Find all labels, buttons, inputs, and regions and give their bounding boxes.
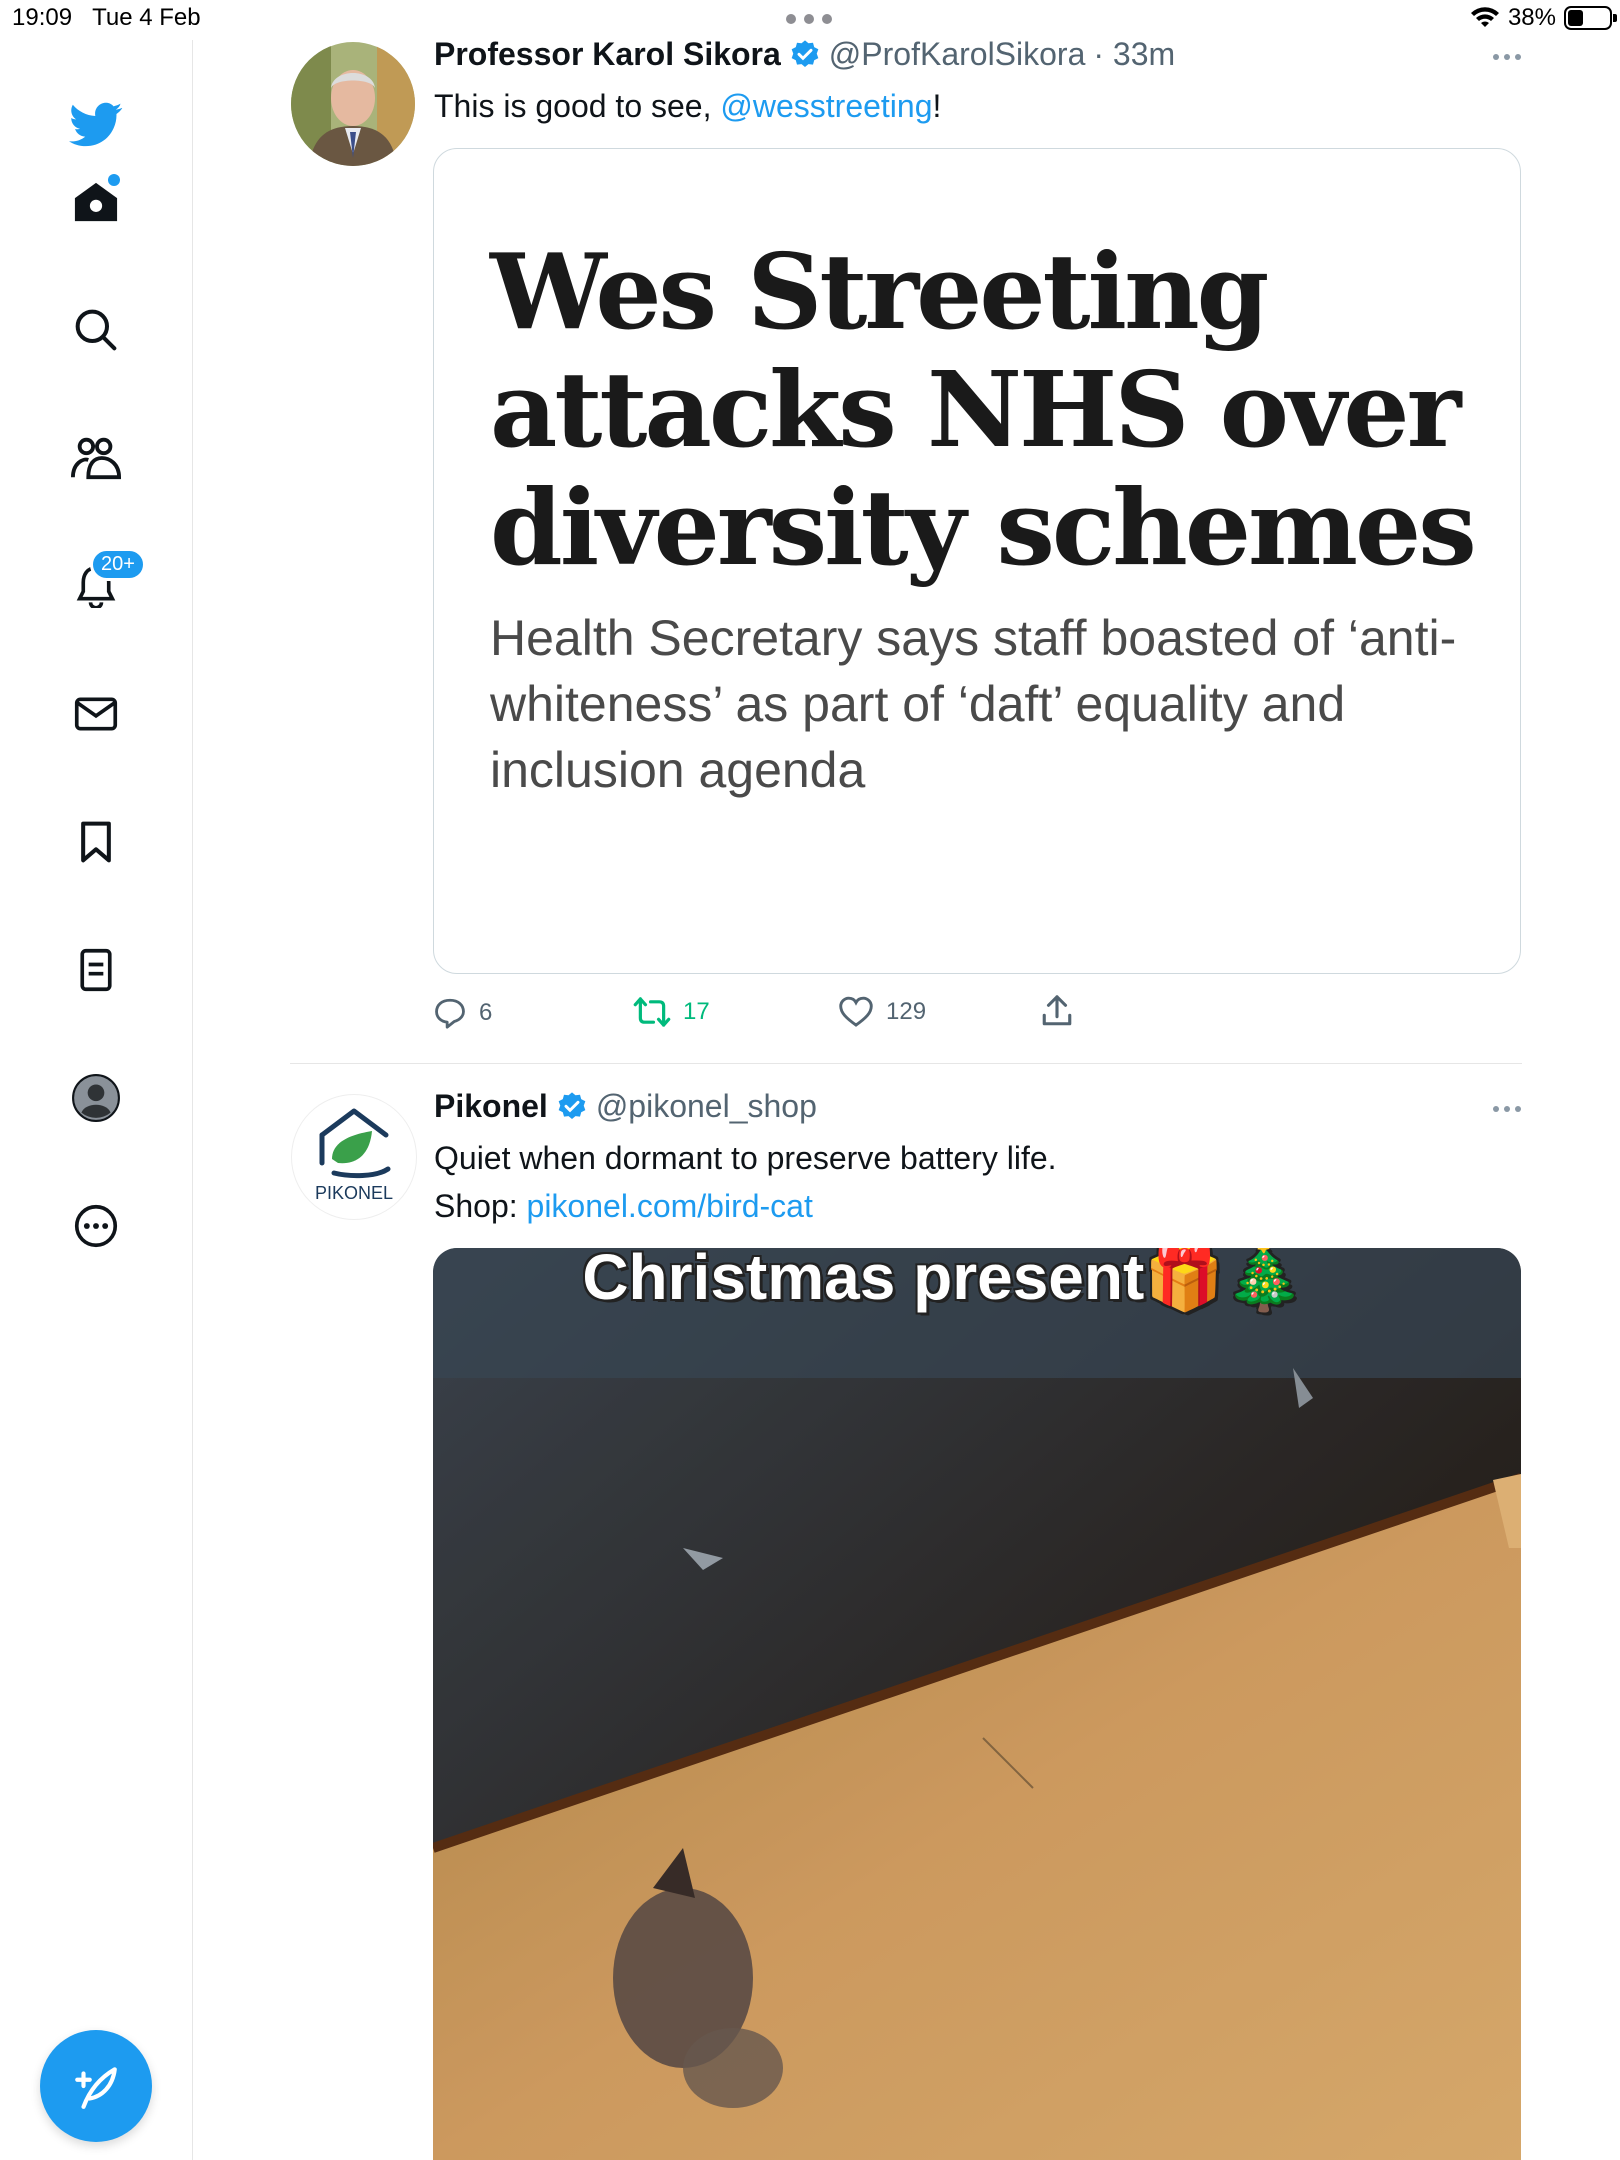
author-avatar[interactable]: PIKONEL <box>291 1094 417 1220</box>
nav-notifications[interactable]: 20+ <box>60 548 146 622</box>
tweet-divider <box>290 1063 1522 1064</box>
nav-home[interactable] <box>60 166 132 238</box>
like-button[interactable]: 129 <box>838 996 926 1028</box>
twitter-bird-icon <box>69 102 123 147</box>
feather-plus-icon <box>75 2067 117 2109</box>
tweet-text: Quiet when dormant to preserve battery l… <box>434 1140 1057 1224</box>
heart-icon <box>839 996 873 1027</box>
nav-messages[interactable] <box>60 678 132 750</box>
profile-avatar-icon <box>72 1074 120 1122</box>
nav-search[interactable] <box>60 294 132 366</box>
tweet-video[interactable]: Christmas present🎁🎄 <box>433 1248 1521 2160</box>
home-icon <box>74 182 118 222</box>
reply-button[interactable]: 6 <box>433 996 492 1030</box>
avatar-label: PIKONEL <box>315 1183 393 1203</box>
battery-percent: 38% <box>1507 4 1556 31</box>
tweet-more-button[interactable] <box>1493 1106 1521 1112</box>
pikonel-logo-icon: PIKONEL <box>315 1108 393 1203</box>
notifications-badge: 20+ <box>90 548 146 581</box>
more-circle-icon <box>74 1204 118 1248</box>
verified-badge-icon <box>791 39 819 67</box>
author-avatar[interactable] <box>291 42 415 166</box>
bookmark-icon <box>81 821 111 863</box>
communities-icon <box>71 437 121 480</box>
author-name[interactable]: Professor Karol Sikora <box>434 36 781 73</box>
unread-dot <box>108 174 120 186</box>
status-bar: 19:09 Tue 4 Feb 38% <box>0 0 1620 40</box>
author-handle[interactable]: @pikonel_shop <box>596 1088 817 1125</box>
sidebar: 20+ <box>0 40 193 2160</box>
wifi-icon <box>1470 7 1499 27</box>
nav-bookmarks[interactable] <box>60 806 132 878</box>
card-headline: Wes Streeting attacks NHS over diversity… <box>490 230 1477 589</box>
tweet-actions: 6 17 129 <box>433 990 1133 1040</box>
search-icon <box>75 309 117 351</box>
lists-icon <box>80 948 112 992</box>
reply-count: 6 <box>479 999 493 1026</box>
nav-lists[interactable] <box>60 934 132 1006</box>
reply-icon <box>435 998 465 1029</box>
video-frame <box>433 1248 1521 2160</box>
compose-tweet-button[interactable] <box>40 2030 152 2142</box>
nav-communities[interactable] <box>60 422 132 494</box>
mention-link[interactable]: @wesstreeting <box>720 88 932 124</box>
tweet-text: This is good to see, @wesstreeting! <box>434 88 942 124</box>
share-icon <box>1042 995 1072 1026</box>
retweet-button[interactable]: 17 <box>633 996 710 1028</box>
tweet-time[interactable]: · 33m <box>1093 36 1175 73</box>
link-card[interactable]: Wes Streeting attacks NHS over diversity… <box>433 148 1521 974</box>
retweet-icon <box>633 997 671 1027</box>
author-handle[interactable]: @ProfKarolSikora <box>829 36 1086 73</box>
tweet-more-button[interactable] <box>1493 54 1521 60</box>
multitasking-handle[interactable] <box>786 14 832 24</box>
nav-more[interactable] <box>60 1190 132 1262</box>
status-time: 19:09 Tue 4 Feb <box>12 4 201 31</box>
verified-badge-icon <box>558 1091 586 1119</box>
twitter-logo[interactable] <box>60 89 132 161</box>
nav-profile[interactable] <box>60 1062 132 1134</box>
envelope-icon <box>74 697 118 731</box>
shop-link[interactable]: pikonel.com/bird-cat <box>527 1188 813 1224</box>
card-standfirst: Health Secretary says staff boasted of ‘… <box>490 610 1457 798</box>
like-count: 129 <box>886 998 927 1025</box>
share-button[interactable] <box>1041 994 1073 1028</box>
video-caption: Christmas present🎁🎄 <box>582 1248 1304 1313</box>
author-name[interactable]: Pikonel <box>434 1088 548 1125</box>
retweet-count: 17 <box>683 998 710 1025</box>
battery-icon <box>1564 6 1617 30</box>
